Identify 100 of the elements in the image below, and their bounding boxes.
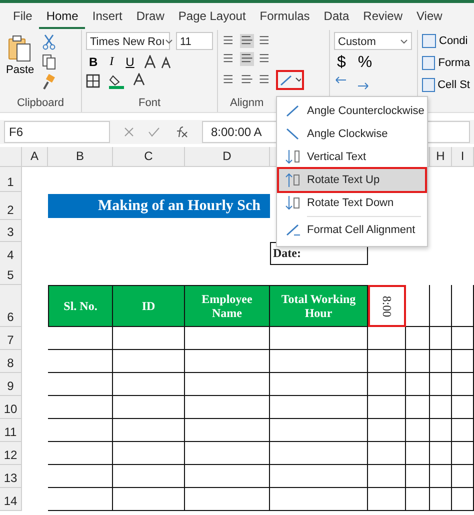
table-cell[interactable] — [368, 465, 406, 488]
column-header[interactable]: I — [452, 147, 474, 167]
table-cell[interactable] — [270, 373, 368, 396]
grow-font-icon[interactable] — [143, 54, 174, 68]
table-cell[interactable] — [48, 488, 113, 511]
table-cell[interactable] — [113, 373, 185, 396]
column-header[interactable]: C — [113, 147, 185, 167]
ribbon-tab[interactable]: View — [410, 4, 450, 28]
table-cell[interactable] — [185, 465, 270, 488]
check-icon[interactable] — [148, 127, 160, 137]
table-cell[interactable] — [185, 396, 270, 419]
row-header[interactable]: 3 — [0, 220, 22, 242]
table-cell[interactable] — [185, 327, 270, 350]
menu-item[interactable]: Angle Counterclockwise — [279, 100, 425, 122]
name-box[interactable]: F6 — [4, 121, 110, 143]
table-cell[interactable] — [452, 327, 474, 350]
scissors-icon[interactable] — [42, 34, 56, 50]
table-cell[interactable] — [430, 350, 452, 373]
row-header[interactable]: 11 — [0, 419, 22, 442]
styles-button[interactable]: Condi — [422, 32, 470, 50]
cancel-icon[interactable] — [124, 127, 134, 137]
font-style-button[interactable]: I — [106, 54, 117, 69]
ribbon-tab[interactable]: Review — [356, 4, 410, 28]
ribbon-tab[interactable]: File — [6, 4, 40, 28]
table-cell[interactable] — [113, 488, 185, 511]
table-cell[interactable] — [452, 285, 474, 327]
table-cell[interactable] — [406, 465, 430, 488]
table-cell[interactable] — [406, 442, 430, 465]
table-cell[interactable] — [185, 350, 270, 373]
ribbon-tab[interactable]: Insert — [85, 4, 130, 28]
table-cell[interactable] — [430, 465, 452, 488]
table-cell[interactable] — [406, 419, 430, 442]
function-icon[interactable] — [174, 126, 188, 138]
table-cell[interactable] — [368, 327, 406, 350]
row-header[interactable]: 14 — [0, 488, 22, 511]
row-header[interactable]: 6 — [0, 285, 22, 327]
row-header[interactable]: 2 — [0, 192, 22, 220]
paintbrush-icon[interactable] — [42, 74, 56, 90]
row-header[interactable]: 8 — [0, 350, 22, 373]
row-header[interactable]: 1 — [0, 167, 22, 192]
table-cell[interactable] — [406, 396, 430, 419]
table-cell[interactable] — [368, 373, 406, 396]
table-cell[interactable] — [185, 373, 270, 396]
table-cell[interactable] — [452, 465, 474, 488]
font-size-field[interactable]: 11 — [176, 32, 213, 50]
menu-item[interactable]: Angle Clockwise — [279, 123, 425, 145]
table-cell[interactable] — [185, 419, 270, 442]
ribbon-tab[interactable]: Draw — [129, 4, 172, 28]
table-cell[interactable] — [368, 350, 406, 373]
table-cell[interactable] — [113, 327, 185, 350]
number-format-button[interactable]: % — [354, 54, 376, 72]
ribbon-tab[interactable]: Page Layout — [171, 4, 253, 28]
table-cell[interactable] — [368, 396, 406, 419]
table-cell[interactable] — [430, 285, 452, 327]
number-format-button[interactable]: $ — [334, 54, 349, 72]
table-cell[interactable] — [452, 442, 474, 465]
table-cell[interactable] — [430, 419, 452, 442]
table-cell[interactable] — [270, 350, 368, 373]
styles-button[interactable]: Forma — [422, 54, 470, 72]
table-cell[interactable] — [368, 442, 406, 465]
table-cell[interactable] — [430, 488, 452, 511]
table-cell[interactable] — [48, 327, 113, 350]
table-cell[interactable] — [430, 396, 452, 419]
table-cell[interactable] — [48, 396, 113, 419]
row-header[interactable]: 9 — [0, 373, 22, 396]
copy-icon[interactable] — [42, 54, 56, 70]
table-cell[interactable] — [406, 350, 430, 373]
table-cell[interactable] — [452, 396, 474, 419]
menu-item[interactable]: Rotate Text Down — [279, 192, 425, 214]
menu-item[interactable]: Vertical Text — [279, 146, 425, 168]
table-cell[interactable] — [430, 327, 452, 350]
table-cell[interactable] — [368, 419, 406, 442]
table-cell[interactable] — [270, 419, 368, 442]
font-style-button[interactable]: B — [86, 54, 101, 68]
table-cell[interactable] — [113, 442, 185, 465]
table-cell[interactable] — [452, 488, 474, 511]
font-name-field[interactable]: Times New Roı — [86, 32, 170, 50]
table-cell[interactable] — [113, 465, 185, 488]
table-cell[interactable] — [113, 350, 185, 373]
table-cell[interactable] — [270, 488, 368, 511]
table-cell[interactable] — [48, 442, 113, 465]
row-header[interactable]: 4 — [0, 242, 22, 265]
table-cell[interactable] — [48, 373, 113, 396]
table-cell[interactable] — [185, 488, 270, 511]
paste-button[interactable]: Paste — [4, 32, 36, 97]
menu-item[interactable]: Rotate Text Up — [279, 169, 425, 191]
table-cell[interactable] — [270, 396, 368, 419]
borders-icon[interactable] — [86, 74, 102, 88]
column-header[interactable]: B — [48, 147, 113, 167]
table-cell[interactable] — [113, 419, 185, 442]
align-icon[interactable] — [240, 34, 254, 48]
table-cell[interactable] — [113, 396, 185, 419]
table-cell[interactable] — [48, 465, 113, 488]
ribbon-tab[interactable]: Formulas — [252, 4, 317, 28]
table-cell[interactable] — [406, 327, 430, 350]
table-cell[interactable] — [430, 373, 452, 396]
table-cell[interactable] — [48, 350, 113, 373]
fill-color-icon[interactable] — [108, 73, 126, 89]
font-style-button[interactable]: U — [122, 54, 138, 68]
table-cell[interactable] — [406, 373, 430, 396]
